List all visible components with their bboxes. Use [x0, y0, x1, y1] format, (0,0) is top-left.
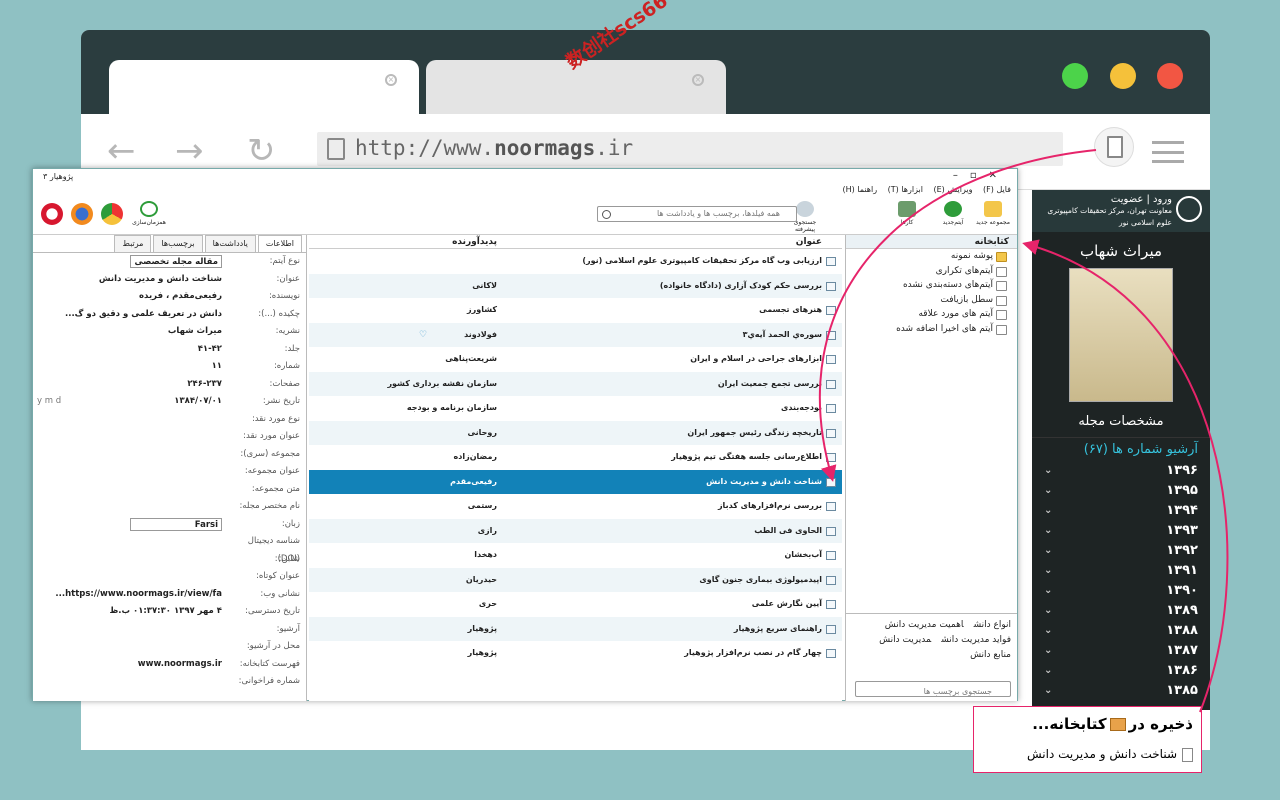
arrow-to-library	[1022, 239, 1229, 713]
arrow-to-item	[818, 149, 1097, 482]
annotation-arrows	[818, 149, 1229, 713]
